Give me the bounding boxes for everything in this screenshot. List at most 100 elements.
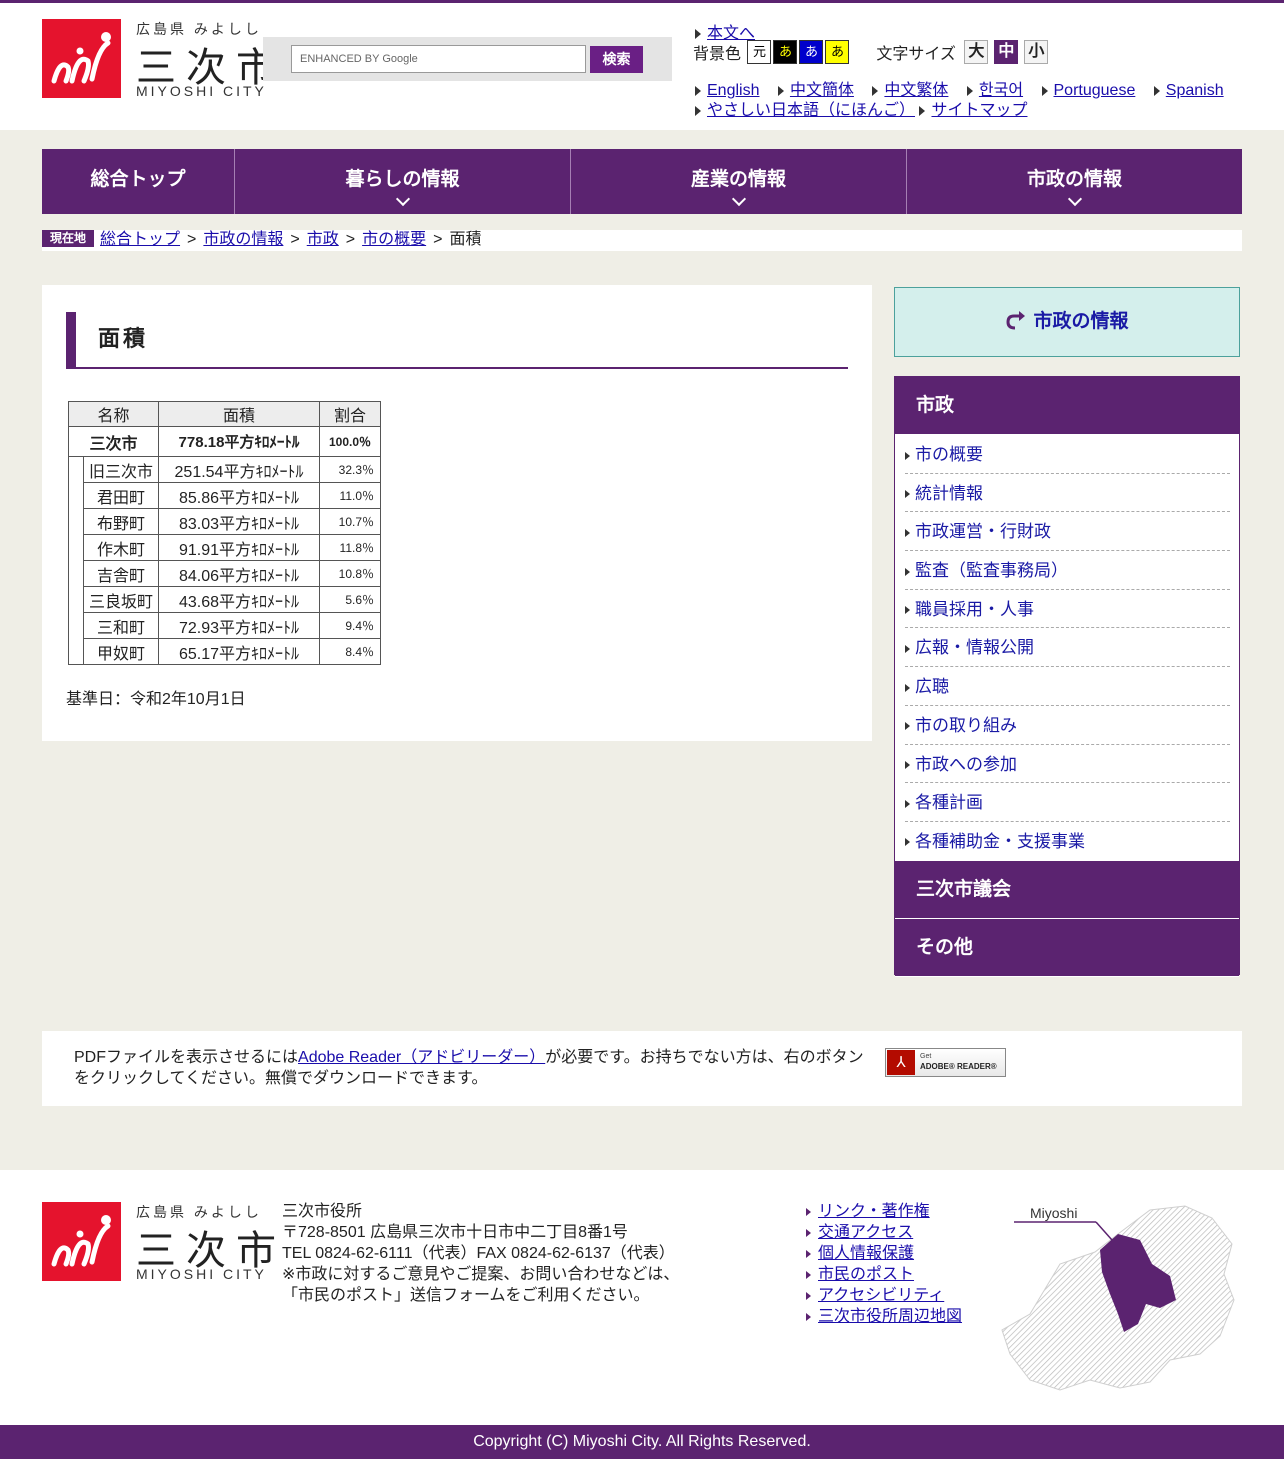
search-area: ENHANCED BY Google 検索 [263, 37, 672, 81]
sidebar-item[interactable]: 市の概要 [905, 435, 1230, 474]
cell-area: 778.18平方ｷﾛﾒｰﾄﾙ [158, 426, 320, 457]
map-label: Miyoshi [1030, 1205, 1077, 1221]
pdf-notice-text: PDFファイルを表示させるにはAdobe Reader（アドビリーダー）が必要で… [74, 1047, 874, 1089]
breadcrumb-separator: > [433, 231, 443, 248]
cell-ratio: 9.4％ [319, 612, 381, 639]
sidebar-item[interactable]: 市政への参加 [905, 745, 1230, 784]
cell-area: 65.17平方ｷﾛﾒｰﾄﾙ [158, 638, 320, 665]
gnav-living[interactable]: 暮らしの情報 [235, 149, 571, 214]
breadcrumb-link-cityhall-info[interactable]: 市政の情報 [203, 231, 283, 248]
sidebar-item[interactable]: 各種計画 [905, 783, 1230, 822]
sidebar-heading-link[interactable]: 市政の情報 [894, 287, 1240, 357]
cell-area: 85.86平方ｷﾛﾒｰﾄﾙ [158, 482, 320, 509]
sitemap-link[interactable]: サイトマップ [931, 102, 1027, 119]
pdf-notice: PDFファイルを表示させるにはAdobe Reader（アドビリーダー）が必要で… [42, 1031, 1242, 1106]
arrow-icon [1041, 85, 1048, 96]
arrow-icon [806, 1291, 811, 1300]
office-address: 〒728-8501 広島県三次市十日市中二丁目8番1号 [282, 1224, 628, 1241]
arrow-icon [777, 85, 784, 96]
bg-color-switcher: 背景色 元あああ 文字サイズ 大中小 [693, 40, 1054, 64]
gnav-top[interactable]: 総合トップ [42, 149, 235, 214]
footer-link[interactable]: 市民のポスト [818, 1266, 914, 1283]
arrow-icon [919, 105, 926, 116]
footer-link-row: アクセシビリティ [806, 1285, 962, 1306]
cell-ratio: 11.0％ [319, 482, 381, 509]
bg-blue-button[interactable]: あ [799, 40, 824, 64]
sidebar-item[interactable]: 各種補助金・支援事業 [905, 822, 1230, 861]
table-row: 旧三次市 251.54平方ｷﾛﾒｰﾄﾙ 32.3％ [68, 456, 381, 665]
search-button[interactable]: 検索 [590, 46, 643, 73]
site-logo[interactable]: 広島県 みよしし 三次市 MIYOSHI CITY [42, 19, 276, 101]
city-emblem-icon [42, 19, 121, 98]
cell-name: 甲奴町 [83, 638, 159, 665]
footer-link-row: 三次市役所周辺地図 [806, 1306, 962, 1327]
footer-address: 三次市役所 〒728-8501 広島県三次市十日市中二丁目8番1号 TEL 08… [282, 1201, 679, 1306]
bg-yellow-button[interactable]: あ [825, 40, 850, 64]
search-input[interactable]: ENHANCED BY Google [291, 45, 586, 73]
lang-spanish-link[interactable]: Spanish [1166, 82, 1224, 99]
bg-default-button[interactable]: 元 [747, 40, 772, 64]
sidebar-item[interactable]: 市政運営・行財政 [905, 512, 1230, 552]
arrow-icon [806, 1312, 811, 1321]
easy-japanese-link[interactable]: やさしい日本語（にほんご） [707, 102, 915, 119]
bg-black-button[interactable]: あ [773, 40, 798, 64]
pdf-text-before: PDFファイルを表示させるには [74, 1049, 299, 1066]
footer-link[interactable]: リンク・著作権 [818, 1203, 930, 1220]
sidebar-item[interactable]: 広聴 [905, 667, 1230, 706]
font-size-large-button[interactable]: 大 [964, 40, 989, 64]
chevron-down-icon [731, 191, 746, 207]
table-row: 君田町 85.86平方ｷﾛﾒｰﾄﾙ 11.0％ [69, 482, 381, 509]
cell-ratio: 5.6％ [319, 586, 381, 613]
font-size-small-button[interactable]: 小 [1024, 40, 1049, 64]
miyoshi-location-map: Miyoshi [1001, 1205, 1235, 1391]
cell-name: 旧三次市 [83, 456, 159, 483]
arrow-icon [905, 838, 910, 847]
gnav-cityhall[interactable]: 市政の情報 [907, 149, 1242, 214]
breadcrumb-current: 面積 [449, 231, 482, 248]
arrow-icon [966, 85, 973, 96]
col-header-area: 面積 [158, 401, 320, 427]
gnav-industry[interactable]: 産業の情報 [571, 149, 907, 214]
footer-link[interactable]: 個人情報保護 [818, 1245, 914, 1262]
cell-area: 72.93平方ｷﾛﾒｰﾄﾙ [158, 612, 320, 639]
sidebar-item-label: 市の概要 [915, 445, 983, 464]
footer-link-row: 市民のポスト [806, 1264, 962, 1285]
adobe-reader-link[interactable]: Adobe Reader（アドビリーダー） [298, 1049, 545, 1066]
arrow-icon [695, 85, 701, 96]
sidebar-item-label: 各種補助金・支援事業 [915, 831, 1085, 851]
sidebar-item[interactable]: 広報・情報公開 [905, 628, 1230, 668]
breadcrumb-separator: > [290, 231, 300, 248]
breadcrumb-separator: > [187, 231, 197, 248]
arrow-icon [905, 761, 910, 770]
sidebar-item-label: 監査（監査事務局） [915, 561, 1068, 581]
sidebar-item[interactable]: 市の取り組み [905, 706, 1230, 745]
footer-link[interactable]: 三次市役所周辺地図 [818, 1308, 962, 1325]
sidebar-category-shisei[interactable]: 市政 [895, 377, 1239, 435]
gnav-living-label: 暮らしの情報 [345, 169, 460, 190]
lang-portuguese-link[interactable]: Portuguese [1054, 82, 1136, 99]
footer-link[interactable]: アクセシビリティ [818, 1287, 944, 1304]
sidebar-category-other[interactable]: その他 [895, 918, 1239, 977]
arrow-icon [806, 1228, 811, 1237]
get-adobe-reader-button[interactable]: ⅄ Get ADOBE® READER® [885, 1048, 1006, 1077]
breadcrumb-link-shisei[interactable]: 市政 [307, 231, 339, 248]
table-row: 作木町 91.91平方ｷﾛﾒｰﾄﾙ 11.8％ [69, 534, 381, 561]
cell-ratio: 11.8％ [319, 534, 381, 561]
sidebar-item[interactable]: 職員採用・人事 [905, 590, 1230, 629]
sidebar-item[interactable]: 統計情報 [905, 474, 1230, 513]
sidebar-item-label: 広報・情報公開 [915, 638, 1034, 658]
breadcrumb-link-top[interactable]: 総合トップ [100, 231, 180, 248]
area-table: 名称 面積 割合 三次市 778.18平方ｷﾛﾒｰﾄﾙ 100.0％ 旧三次市 2… [68, 401, 381, 665]
arrow-icon [905, 644, 910, 653]
arrow-icon [905, 451, 910, 460]
table-row: 三良坂町 43.68平方ｷﾛﾒｰﾄﾙ 5.6％ [69, 586, 381, 613]
office-note-1: ※市政に対するご意見やご提案、お問い合わせなどは、 [282, 1266, 680, 1283]
sidebar-item[interactable]: 監査（監査事務局） [905, 551, 1230, 590]
font-size-medium-button[interactable]: 中 [994, 40, 1019, 64]
cell-area: 84.06平方ｷﾛﾒｰﾄﾙ [158, 560, 320, 587]
global-nav: 総合トップ 暮らしの情報 産業の情報 市政の情報 [42, 149, 1242, 214]
breadcrumb-link-overview[interactable]: 市の概要 [362, 231, 426, 248]
footer-link[interactable]: 交通アクセス [818, 1224, 913, 1241]
sidebar-category-council[interactable]: 三次市議会 [895, 860, 1239, 919]
adobe-badge-name: ADOBE® READER® [920, 1062, 997, 1071]
